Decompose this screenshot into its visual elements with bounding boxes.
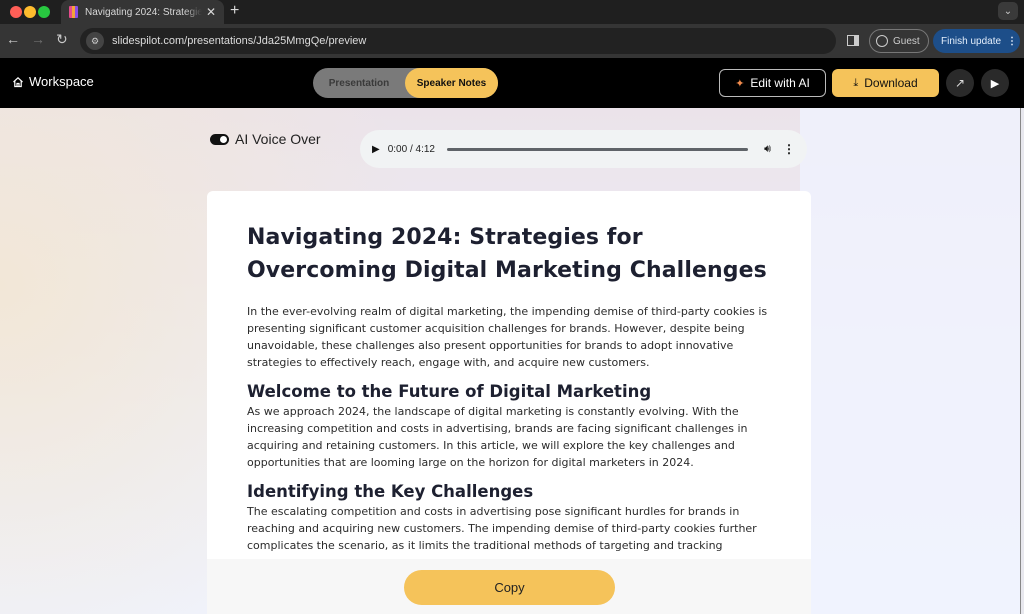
finish-update-button[interactable]: Finish update ⋮ [933,29,1020,53]
workspace-link[interactable]: Workspace [12,74,94,89]
profile-label: Guest [893,35,920,47]
browser-toolbar: ← → ↻ ⚙ slidespilot.com/presentations/Jd… [0,24,1024,58]
section-body: The escalating competition and costs in … [247,505,757,552]
sparkle-icon: ✦ [735,77,745,90]
app-header: Workspace Presentation Speaker Notes ✦ E… [0,58,1024,108]
window-zoom-button[interactable] [38,6,50,18]
page-scrollbar[interactable] [1020,108,1024,614]
section-heading: Welcome to the Future of Digital Marketi… [247,382,652,401]
side-panel-icon[interactable] [847,35,859,46]
speaker-notes-card: Navigating 2024: Strategies for Overcomi… [207,191,811,614]
section-heading: Identifying the Key Challenges [247,482,534,501]
person-avatar-icon [876,35,888,47]
notes-title: Navigating 2024: Strategies for Overcomi… [247,225,767,283]
address-bar[interactable]: ⚙ slidespilot.com/presentations/Jda25Mmg… [80,28,836,54]
tab-close-icon[interactable]: ✕ [206,5,216,19]
section-body: As we approach 2024, the landscape of di… [247,405,748,469]
audio-play-icon[interactable]: ▶ [372,144,380,155]
site-settings-icon[interactable]: ⚙ [86,32,104,50]
view-toggle: Presentation Speaker Notes [313,68,498,98]
ai-voice-over-control: AI Voice Over [210,131,321,147]
voice-over-label: AI Voice Over [235,131,321,147]
audio-time: 0:00 / 4:12 [387,143,435,155]
finish-update-label: Finish update [941,35,1002,47]
play-icon: ▶ [990,77,1000,90]
tab-title: Navigating 2024: Strategies for Overcomi… [85,6,202,18]
slidespilot-favicon-icon [69,6,78,18]
background-panel [800,108,1020,614]
kebab-menu-icon: ⋮ [1007,35,1018,47]
audio-seek-bar[interactable] [446,147,749,151]
play-presentation-button[interactable]: ▶ [981,69,1009,97]
tab-speaker-notes[interactable]: Speaker Notes [405,68,498,98]
tab-presentation[interactable]: Presentation [313,68,405,98]
workspace-label: Workspace [29,74,94,89]
browser-tab-bar: Navigating 2024: Strategies for Overcomi… [0,0,1024,24]
download-label: Download [864,76,918,90]
copy-button[interactable]: Copy [404,570,615,605]
edit-with-ai-button[interactable]: ✦ Edit with AI [719,69,826,97]
share-link-button[interactable]: ↗ [946,69,974,97]
download-button[interactable]: ⤓ Download [832,69,939,97]
profile-button[interactable]: Guest [869,29,929,53]
edit-with-ai-label: Edit with AI [750,76,810,90]
external-link-icon: ↗ [954,76,966,90]
back-arrow-icon[interactable]: ← [6,31,20,47]
tab-search-chevron-icon[interactable]: ⌄ [998,2,1018,20]
url-text[interactable]: slidespilot.com/presentations/Jda25MmgQe… [112,35,366,47]
audio-player: ▶ 0:00 / 4:12 🔊︎ ⋮ [360,130,807,168]
copy-bar: Copy [207,559,811,614]
main-content: AI Voice Over ▶ 0:00 / 4:12 🔊︎ ⋮ Navigat… [0,108,1020,614]
new-tab-icon[interactable]: + [230,2,239,20]
voice-over-toggle[interactable] [210,133,229,145]
home-icon [13,76,23,87]
audio-more-options-icon[interactable]: ⋮ [783,142,795,156]
download-icon: ⤓ [853,76,859,89]
volume-icon[interactable]: 🔊︎ [764,143,771,156]
window-minimize-button[interactable] [24,6,36,18]
forward-arrow-icon[interactable]: → [31,31,45,47]
notes-intro: In the ever-evolving realm of digital ma… [247,305,768,369]
reload-icon[interactable]: ↻ [56,31,68,48]
browser-tab-active[interactable]: Navigating 2024: Strategies for Overcomi… [61,0,224,24]
window-close-button[interactable] [10,6,22,18]
